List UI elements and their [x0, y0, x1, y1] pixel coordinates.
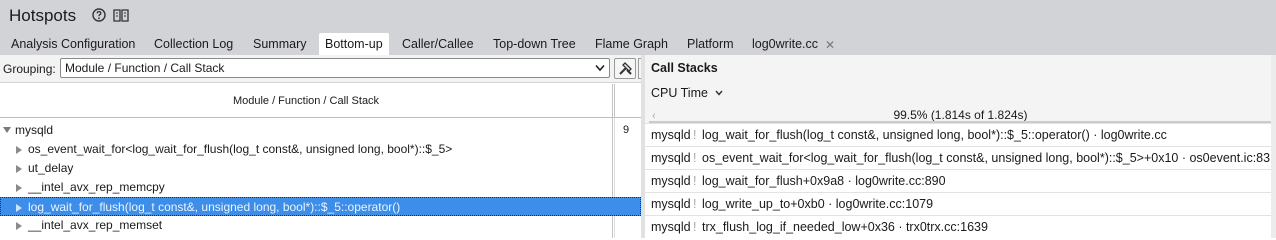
frame-separator: !: [693, 128, 697, 142]
stack-frame[interactable]: mysqld ! trx_flush_log_if_needed_low+0x3…: [645, 215, 1276, 238]
tab-top-down-tree[interactable]: Top-down Tree: [493, 33, 576, 55]
frame-module: mysqld: [651, 151, 691, 165]
frame-module: mysqld: [651, 174, 691, 188]
page-title: Hotspots: [9, 6, 77, 25]
grouping-toolbar: Grouping: Module / Function / Call Stack: [0, 55, 644, 83]
call-stacks-title: Call Stacks: [651, 61, 718, 75]
frame-function: os_event_wait_for<log_wait_for_flush(log…: [702, 151, 1271, 165]
frame-function: trx_flush_log_if_needed_low+0x36 · trx0t…: [702, 220, 988, 234]
title-bar: Hotspots: [0, 0, 1276, 33]
chevron-down-icon[interactable]: [715, 90, 723, 96]
tab-platform[interactable]: Platform: [687, 33, 734, 55]
help-icon[interactable]: [92, 8, 106, 22]
tab-summary[interactable]: Summary: [253, 33, 306, 55]
close-icon[interactable]: ✕: [825, 38, 835, 52]
tab-analysis-configuration[interactable]: Analysis Configuration: [11, 33, 135, 55]
stack-percent-label: 99.5% (1.814s of 1.824s): [893, 108, 1028, 122]
expand-icon[interactable]: [16, 184, 22, 192]
stack-frame[interactable]: mysqld ! log_write_up_to+0xb0 · log0writ…: [645, 192, 1276, 215]
frame-separator: !: [693, 197, 697, 211]
row-label: mysqld: [15, 123, 54, 137]
frame-module: mysqld: [651, 128, 691, 142]
frame-function: log_wait_for_flush+0x9a8 · log0write.cc:…: [702, 174, 946, 188]
tab-bar: Analysis Configuration Collection Log Su…: [0, 33, 1276, 55]
expand-icon[interactable]: [16, 204, 22, 212]
table-row[interactable]: ut_delay: [0, 159, 641, 178]
table-row[interactable]: __intel_avx_rep_memcpy: [0, 178, 641, 197]
row-label: os_event_wait_for<log_wait_for_flush(log…: [28, 142, 453, 156]
tab-collection-log[interactable]: Collection Log: [154, 33, 233, 55]
frame-separator: !: [693, 220, 697, 234]
frame-separator: !: [693, 174, 697, 188]
tab-caller-callee[interactable]: Caller/Callee: [402, 33, 474, 55]
table-row[interactable]: __intel_avx_rep_memset: [0, 216, 641, 235]
tab-bottom-up[interactable]: Bottom-up: [319, 33, 389, 55]
tab-flame-graph[interactable]: Flame Graph: [595, 33, 668, 55]
expand-icon[interactable]: [16, 165, 22, 173]
grouping-value: Module / Function / Call Stack: [65, 61, 225, 75]
row-value: 9: [623, 124, 630, 136]
grouping-label: Grouping:: [3, 62, 56, 76]
stack-frame[interactable]: mysqld ! os_event_wait_for<log_wait_for_…: [645, 146, 1276, 169]
frame-module: mysqld: [651, 197, 691, 211]
row-label: log_wait_for_flush(log_t const&, unsigne…: [28, 200, 401, 214]
column-resize-handle[interactable]: [612, 84, 615, 118]
collapse-icon[interactable]: [3, 127, 11, 133]
tab-log0write[interactable]: log0write.cc: [752, 33, 818, 55]
customize-grouping-button[interactable]: [614, 58, 636, 79]
table-row[interactable]: os_event_wait_for<log_wait_for_flush(log…: [0, 140, 641, 159]
grouping-select[interactable]: Module / Function / Call Stack: [60, 58, 610, 78]
call-stacks-pane: Call Stacks CPU Time ‹ 99.5% (1.814s of …: [645, 55, 1276, 238]
column-header-label: Module / Function / Call Stack: [232, 95, 380, 107]
tools-icon: [619, 62, 632, 75]
column-header[interactable]: Module / Function / Call Stack: [0, 84, 641, 118]
frame-separator: !: [693, 151, 697, 165]
row-label: __intel_avx_rep_memset: [28, 218, 163, 232]
vertical-scrollbar[interactable]: [1271, 55, 1276, 238]
bottom-up-grid-pane: Grouping: Module / Function / Call Stack…: [0, 55, 644, 238]
frame-function: log_write_up_to+0xb0 · log0write.cc:1079: [702, 197, 934, 211]
expand-icon[interactable]: [16, 222, 22, 230]
stack-frame[interactable]: mysqld ! log_wait_for_flush+0x9a8 · log0…: [645, 169, 1276, 192]
table-row[interactable]: mysqld 9: [0, 121, 641, 140]
frame-module: mysqld: [651, 220, 691, 234]
metric-selector[interactable]: CPU Time: [651, 86, 708, 100]
stack-frame[interactable]: mysqld ! log_wait_for_flush(log_t const&…: [645, 123, 1276, 146]
book-icon[interactable]: [113, 8, 129, 23]
table-row-selected[interactable]: log_wait_for_flush(log_t const&, unsigne…: [0, 197, 641, 216]
frame-function: log_wait_for_flush(log_t const&, unsigne…: [702, 128, 1167, 142]
chevron-down-icon: [595, 64, 605, 72]
expand-icon[interactable]: [16, 146, 22, 154]
row-label: __intel_avx_rep_memcpy: [28, 180, 165, 194]
row-label: ut_delay: [28, 161, 74, 175]
